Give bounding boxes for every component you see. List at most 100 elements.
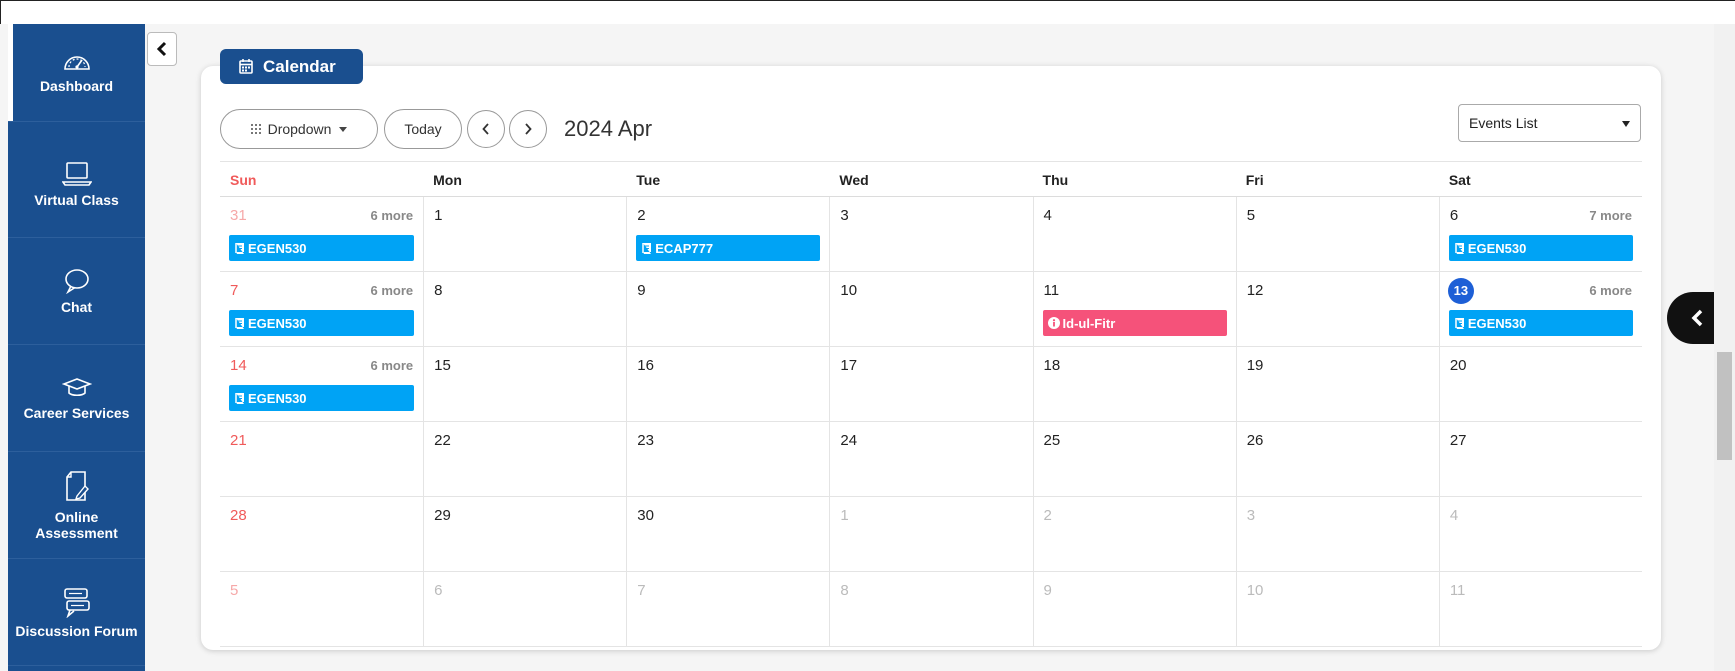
date-number: 22 [434,432,451,449]
dropdown-button[interactable]: Dropdown [220,109,378,149]
sidebar-item-career-services[interactable]: Career Services [8,345,145,452]
scrollbar-track[interactable] [1714,24,1735,671]
day-cell[interactable]: 31 6 more EGEN530 [220,197,423,272]
day-cell[interactable]: 14 6 more EGEN530 [220,347,423,422]
day-cell[interactable]: 26 [1235,422,1439,497]
day-cell[interactable]: 4 [1438,497,1642,572]
day-cell[interactable]: 23 [626,422,829,497]
grid-icon [250,124,261,134]
date-number: 3 [1246,507,1256,524]
holiday-event[interactable]: Id-ul-Fitr [1042,310,1227,336]
prev-month-button[interactable] [467,110,505,148]
week-row: 28 29 30 1 2 3 4 [220,497,1642,572]
speedometer-icon [63,56,90,70]
date-number: 21 [230,432,247,449]
day-cell[interactable]: 7 [626,572,829,647]
day-cell[interactable]: 11 [1438,572,1642,647]
date-number: 1 [434,207,443,224]
more-events-link[interactable]: 6 more [1589,283,1632,298]
day-cell[interactable]: 6 [423,572,626,647]
day-cell[interactable]: 11 Id-ul-Fitr [1032,272,1236,347]
date-number: 29 [434,507,451,524]
date-number: 6 [1449,207,1459,224]
info-icon [1047,317,1060,329]
more-events-link[interactable]: 6 more [370,358,413,373]
document-pen-icon [65,470,89,501]
day-cell[interactable]: 3 [829,197,1032,272]
sidebar-item-label: Virtual Class [34,191,119,208]
week-row: 31 6 more EGEN530 1 2 ECAP777 3 4 5 6 7 more EGEN53… [220,197,1642,272]
event-label: EGEN530 [248,240,307,256]
day-cell[interactable]: 17 [829,347,1032,422]
day-cell[interactable]: 24 [829,422,1032,497]
top-bar [0,0,1735,24]
day-cell[interactable]: 30 [626,497,829,572]
day-cell[interactable]: 28 [220,497,423,572]
dropdown-label: Dropdown [267,121,332,137]
course-event[interactable]: EGEN530 [1448,235,1633,261]
day-cell[interactable]: 25 [1032,422,1236,497]
day-cell[interactable]: 29 [423,497,626,572]
date-number: 27 [1449,432,1467,449]
course-event[interactable]: EGEN530 [229,235,415,261]
weekday-header: Thu [1042,172,1069,188]
day-cell[interactable]: 16 [626,347,829,422]
day-cell[interactable]: 12 [1235,272,1439,347]
sidebar-item-dashboard[interactable]: Dashboard [8,24,145,122]
day-cell[interactable]: 2 [1032,497,1236,572]
day-cell[interactable]: 3 [1235,497,1439,572]
event-label: EGEN530 [248,315,307,331]
day-cell[interactable]: 20 [1438,347,1642,422]
day-cell[interactable]: 15 [423,347,626,422]
day-cell[interactable]: 2 ECAP777 [626,197,829,272]
day-cell[interactable]: 10 [1235,572,1439,647]
more-events-link[interactable]: 6 more [370,208,413,223]
day-cell[interactable]: 9 [626,272,829,347]
calendar-tab[interactable]: Calendar [220,49,363,84]
sidebar-collapse-button[interactable] [147,32,177,66]
day-cell[interactable]: 10 [829,272,1032,347]
day-cell[interactable]: 1 [829,497,1032,572]
view-select[interactable]: Events List [1458,104,1641,142]
date-number: 10 [840,282,858,299]
course-event[interactable]: EGEN530 [1448,310,1633,336]
weekday-header-row: Sun Mon Tue Wed Thu Fri Sat [220,161,1642,197]
day-cell[interactable]: 6 7 more EGEN530 [1438,197,1642,272]
date-number: 5 [230,582,239,599]
day-cell[interactable]: 19 [1235,347,1439,422]
chevron-left-icon [156,41,167,57]
week-row: 7 6 more EGEN530 8 9 10 11 Id-ul-Fitr 12 13 6 more… [220,272,1642,347]
scrollbar-thumb[interactable] [1717,352,1732,460]
sidebar-item-online-assessment[interactable]: Online Assessment [8,452,145,559]
day-cell[interactable]: 8 [829,572,1032,647]
course-event[interactable]: EGEN530 [229,385,415,411]
day-cell[interactable]: 4 [1032,197,1236,272]
sidebar-item-virtual-class[interactable]: Virtual Class [8,131,145,238]
sidebar-item-label: Online Assessment [35,508,118,541]
date-number: 2 [637,207,646,224]
day-cell[interactable]: 22 [423,422,626,497]
day-cell[interactable]: 7 6 more EGEN530 [220,272,423,347]
next-month-button[interactable] [509,110,547,148]
more-events-link[interactable]: 7 more [1589,208,1632,223]
day-cell[interactable]: 27 [1438,422,1642,497]
course-event[interactable]: ECAP777 [636,235,821,261]
day-cell[interactable]: 13 6 more EGEN530 [1438,272,1642,347]
day-cell[interactable]: 5 [1235,197,1439,272]
day-cell[interactable]: 1 [423,197,626,272]
chevron-left-icon [482,123,489,135]
day-cell[interactable]: 9 [1032,572,1236,647]
day-cell[interactable]: 5 [220,572,423,647]
sidebar-item-discussion-forum[interactable]: Discussion Forum [8,559,145,666]
date-number: 11 [1043,282,1060,299]
course-event[interactable]: EGEN530 [229,310,415,336]
today-label: Today [404,121,442,137]
day-cell[interactable]: 18 [1032,347,1236,422]
day-cell[interactable]: 8 [423,272,626,347]
day-cell[interactable]: 21 [220,422,423,497]
more-events-link[interactable]: 6 more [370,283,413,298]
book-icon [235,393,244,404]
sidebar-item-chat[interactable]: Chat [8,238,145,345]
today-button[interactable]: Today [384,109,462,149]
date-number: 12 [1246,282,1264,299]
